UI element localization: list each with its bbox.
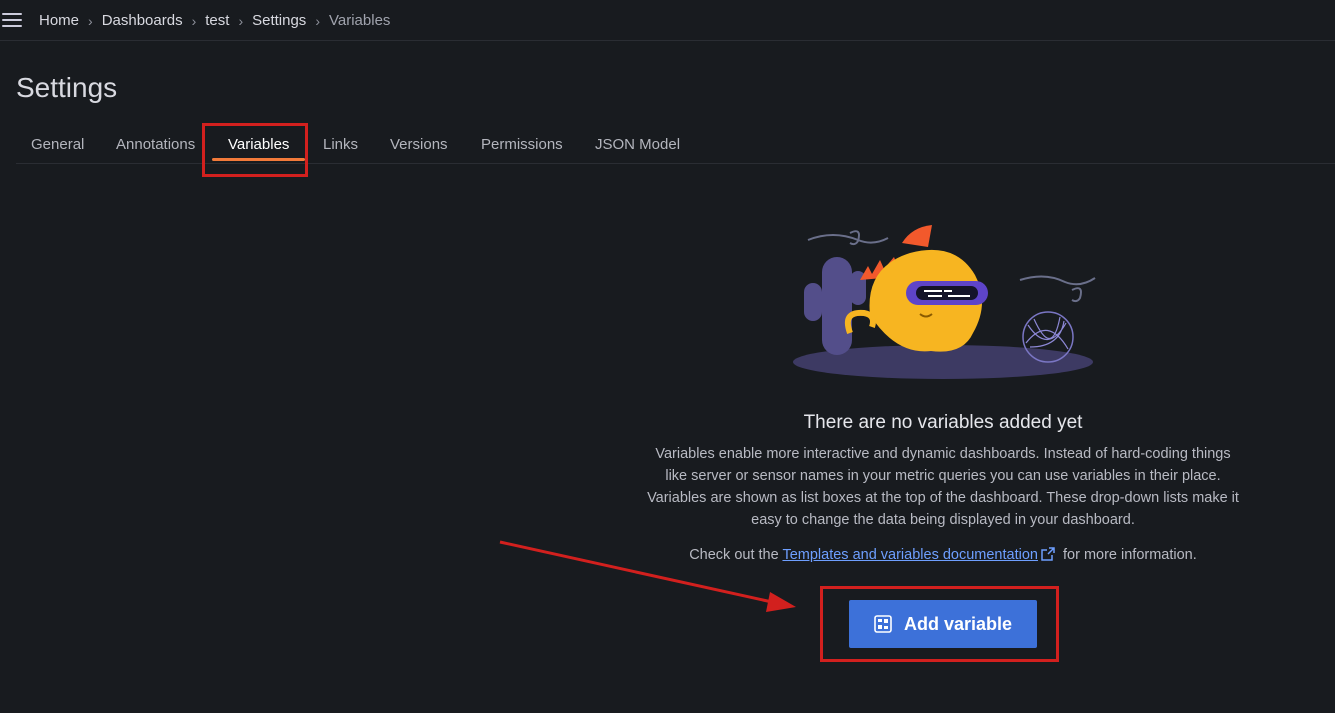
annotation-arrow	[499, 540, 796, 612]
